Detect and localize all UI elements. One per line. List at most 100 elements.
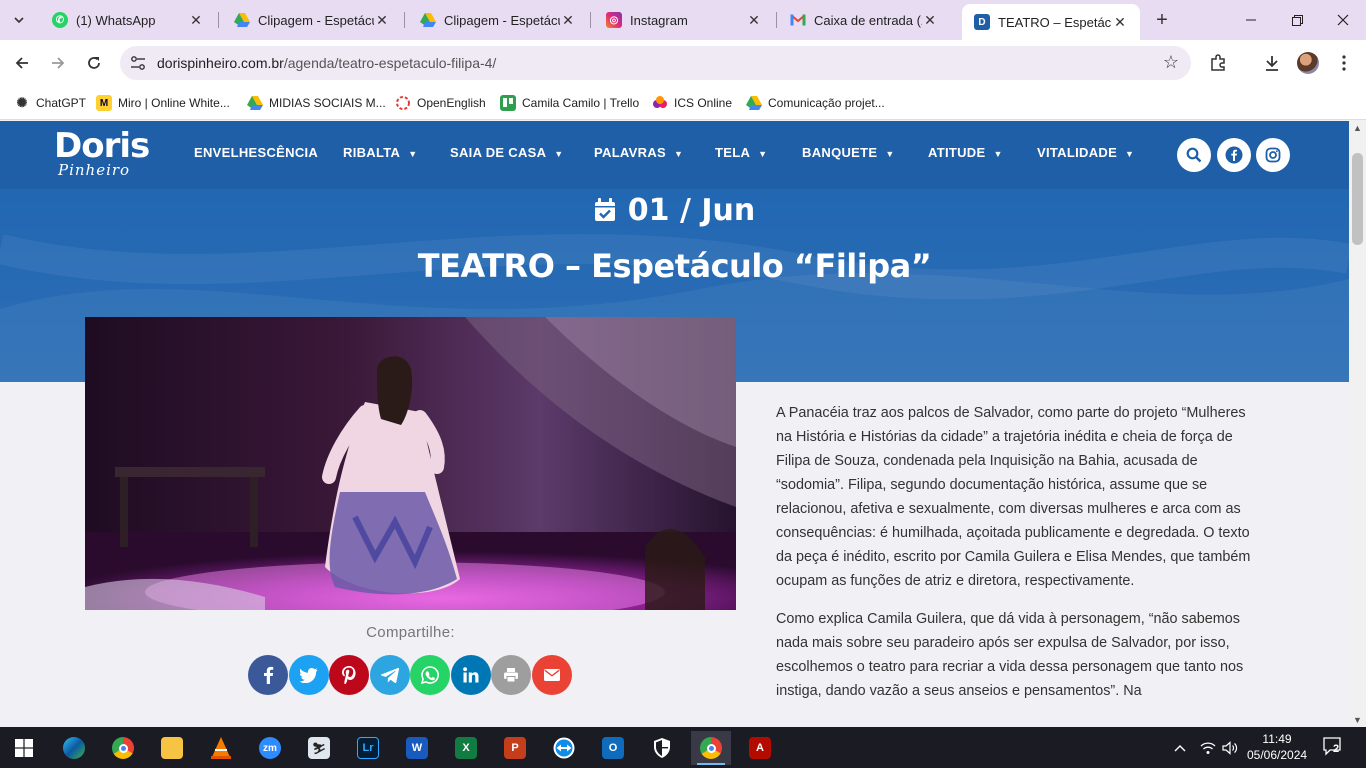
- teamviewer-icon: [553, 737, 575, 759]
- nav-banquete[interactable]: BANQUETE ▼: [802, 145, 895, 160]
- downloads-button[interactable]: [1259, 50, 1285, 76]
- tab-strip: ✆ (1) WhatsApp ✕ Clipagem - Espetáculo ✕…: [0, 0, 1366, 40]
- bookmark-chatgpt[interactable]: ✺ ChatGPT: [14, 93, 86, 113]
- profile-avatar[interactable]: [1295, 50, 1321, 76]
- site-logo[interactable]: Doris Pinheiro: [54, 129, 150, 178]
- taskbar-lightroom[interactable]: Lr: [348, 731, 388, 765]
- bookmark-miro[interactable]: M Miro | Online White...: [96, 93, 230, 113]
- telegram-share-button[interactable]: [369, 655, 410, 695]
- site-instagram-link[interactable]: [1256, 138, 1290, 172]
- linkedin-share-button[interactable]: [450, 655, 491, 695]
- event-title: TEATRO – Espetáculo “Filipa”: [417, 247, 932, 285]
- taskbar-chrome[interactable]: [103, 731, 143, 765]
- nav-ribalta[interactable]: RIBALTA ▼: [343, 145, 417, 160]
- taskbar-zoom[interactable]: zm: [250, 731, 290, 765]
- back-button[interactable]: [9, 50, 35, 76]
- twitter-icon: [299, 667, 317, 683]
- taskbar-file-explorer[interactable]: [152, 731, 192, 765]
- site-navbar: Doris Pinheiro ENVELHESCÊNCIA RIBALTA ▼ S…: [0, 121, 1349, 189]
- pinterest-share-button[interactable]: [329, 655, 369, 695]
- email-share-button[interactable]: [531, 655, 572, 695]
- scroll-up-icon[interactable]: ▲: [1353, 123, 1362, 133]
- whatsapp-icon: ✆: [52, 12, 68, 28]
- tab-instagram[interactable]: ◎ Instagram ✕: [594, 0, 774, 40]
- taskbar-teamviewer[interactable]: [544, 731, 584, 765]
- close-tab-icon[interactable]: ✕: [1112, 14, 1128, 31]
- instagram-icon: ◎: [606, 12, 622, 28]
- nav-envelhescencia[interactable]: ENVELHESCÊNCIA: [194, 145, 318, 160]
- miro-icon: M: [96, 95, 112, 111]
- bookmark-star-icon[interactable]: ☆: [1163, 52, 1179, 73]
- close-window-button[interactable]: [1320, 0, 1366, 40]
- caret-down-icon: ▼: [673, 149, 684, 159]
- page-scrollbar[interactable]: ▲ ▼: [1349, 121, 1366, 727]
- url-text: dorispinheiro.com.br/agenda/teatro-espet…: [157, 55, 497, 71]
- bookmark-ics-online[interactable]: ICS Online: [652, 93, 732, 113]
- wifi-icon: [1200, 741, 1216, 754]
- taskbar-acrobat[interactable]: A: [740, 731, 780, 765]
- reload-button[interactable]: [81, 50, 107, 76]
- chevron-up-icon: [1174, 744, 1186, 751]
- taskbar-excel[interactable]: X: [446, 731, 486, 765]
- bookmark-midias-sociais[interactable]: MIDIAS SOCIAIS M...: [247, 93, 386, 113]
- tab-clipagem-2[interactable]: Clipagem - Espetáculo ✕: [408, 0, 588, 40]
- restore-button[interactable]: [1274, 0, 1320, 40]
- taskbar-outlook[interactable]: O: [593, 731, 633, 765]
- caret-down-icon: ▼: [885, 149, 895, 159]
- show-hidden-icons-button[interactable]: [1174, 727, 1186, 768]
- taskbar-word[interactable]: W: [397, 731, 437, 765]
- taskbar-edge[interactable]: [54, 731, 94, 765]
- close-tab-icon[interactable]: ✕: [560, 12, 576, 29]
- tab-search-dropdown[interactable]: [6, 8, 32, 32]
- scroll-down-icon[interactable]: ▼: [1353, 715, 1362, 725]
- taskbar-powerpoint[interactable]: P: [495, 731, 535, 765]
- new-tab-button[interactable]: +: [1150, 8, 1174, 32]
- bookmark-comunicacao[interactable]: Comunicação projet...: [746, 93, 885, 113]
- tab-teatro-active[interactable]: D TEATRO – Espetáculo ✕: [962, 4, 1140, 40]
- start-button[interactable]: [4, 731, 44, 765]
- tab-gmail[interactable]: Caixa de entrada (2.3 ✕: [778, 0, 950, 40]
- taskbar-app-figure[interactable]: ⛷: [299, 731, 339, 765]
- scrollbar-thumb[interactable]: [1352, 153, 1363, 245]
- nav-palavras[interactable]: PALAVRAS ▼: [594, 145, 683, 160]
- lightroom-icon: Lr: [357, 737, 379, 759]
- taskbar-security[interactable]: [642, 731, 682, 765]
- twitter-share-button[interactable]: [288, 655, 329, 695]
- nav-atitude[interactable]: ATITUDE ▼: [928, 145, 1003, 160]
- bookmark-trello[interactable]: Camila Camilo | Trello: [500, 93, 639, 113]
- taskbar-chrome-active[interactable]: [691, 731, 731, 765]
- close-tab-icon[interactable]: ✕: [746, 12, 762, 29]
- browser-toolbar: dorispinheiro.com.br/agenda/teatro-espet…: [0, 40, 1366, 86]
- taskbar-vlc[interactable]: [201, 731, 241, 765]
- bookmark-openenglish[interactable]: OpenEnglish: [395, 93, 486, 113]
- caret-down-icon: ▼: [758, 149, 768, 159]
- close-icon: [1337, 14, 1349, 26]
- whatsapp-share-button[interactable]: [410, 655, 450, 695]
- minimize-button[interactable]: [1228, 0, 1274, 40]
- tab-whatsapp[interactable]: ✆ (1) WhatsApp ✕: [40, 0, 216, 40]
- print-share-button[interactable]: [491, 655, 531, 695]
- nav-tela[interactable]: TELA ▼: [715, 145, 767, 160]
- network-status[interactable]: [1200, 727, 1216, 768]
- volume-control[interactable]: [1222, 727, 1238, 768]
- notification-center-button[interactable]: 2: [1322, 735, 1348, 759]
- close-tab-icon[interactable]: ✕: [374, 12, 390, 29]
- facebook-share-button[interactable]: [248, 655, 288, 695]
- browser-menu-button[interactable]: [1331, 50, 1357, 76]
- site-search-button[interactable]: [1177, 138, 1211, 172]
- taskbar-clock[interactable]: 11:49 05/06/2024: [1247, 731, 1307, 763]
- extensions-button[interactable]: [1205, 50, 1231, 76]
- nav-saia-de-casa[interactable]: SAIA DE CASA ▼: [450, 145, 564, 160]
- site-info-icon[interactable]: [129, 54, 147, 72]
- site-facebook-link[interactable]: [1217, 138, 1251, 172]
- app-figure-icon: ⛷: [308, 737, 330, 759]
- forward-button[interactable]: [45, 50, 71, 76]
- nav-vitalidade[interactable]: VITALIDADE ▼: [1037, 145, 1134, 160]
- address-bar[interactable]: dorispinheiro.com.br/agenda/teatro-espet…: [120, 46, 1191, 80]
- close-tab-icon[interactable]: ✕: [188, 12, 204, 29]
- google-drive-icon: [247, 95, 263, 111]
- tab-clipagem-1[interactable]: Clipagem - Espetáculo ✕: [222, 0, 402, 40]
- close-tab-icon[interactable]: ✕: [922, 12, 938, 29]
- site-favicon-icon: D: [974, 14, 990, 30]
- folder-icon: [161, 737, 183, 759]
